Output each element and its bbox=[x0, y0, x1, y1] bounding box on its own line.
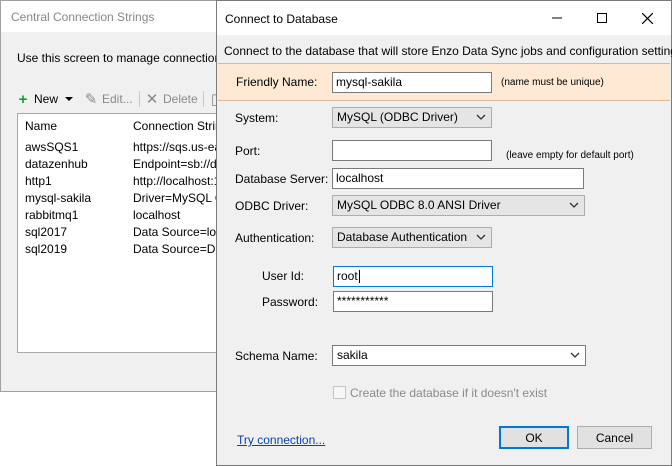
password-value: *********** bbox=[337, 294, 389, 308]
chevron-down-icon bbox=[570, 352, 580, 358]
dialog-title: Connect to Database bbox=[225, 12, 338, 26]
item-connection: https://sqs.us-eas bbox=[133, 140, 228, 154]
item-name: mysql-sakila bbox=[25, 191, 92, 205]
item-name: http1 bbox=[25, 174, 52, 188]
create-database-checkbox[interactable] bbox=[333, 386, 346, 399]
text-caret bbox=[358, 270, 360, 284]
database-server-label: Database Server: bbox=[235, 172, 329, 186]
list-item[interactable]: sql2017 Data Source=loca bbox=[18, 223, 230, 240]
toolbar: + New ✎ Edit... ✕ Delete ▯ bbox=[15, 89, 225, 109]
cancel-label: Cancel bbox=[595, 430, 634, 445]
system-label: System: bbox=[235, 111, 279, 125]
new-label: New bbox=[34, 92, 59, 106]
item-name: awsSQS1 bbox=[25, 140, 79, 154]
column-header-connection-string[interactable]: Connection String bbox=[133, 119, 228, 133]
item-name: datazenhub bbox=[25, 157, 88, 171]
new-button[interactable]: + New bbox=[15, 89, 74, 109]
window-title: Central Connection Strings bbox=[11, 10, 155, 24]
item-name: rabbitmq1 bbox=[25, 208, 79, 222]
list-item[interactable]: http1 http://localhost:1 bbox=[18, 172, 230, 189]
central-connection-strings-window: Central Connection Strings Use this scre… bbox=[0, 0, 240, 392]
ok-label: OK bbox=[525, 430, 543, 445]
maximize-icon bbox=[596, 13, 607, 23]
schema-name-combo[interactable]: sakila bbox=[332, 345, 586, 366]
delete-label: Delete bbox=[163, 92, 198, 106]
odbc-driver-label: ODBC Driver: bbox=[235, 199, 309, 213]
dropdown-arrow-icon[interactable] bbox=[64, 94, 74, 104]
port-hint: (leave empty for default port) bbox=[506, 150, 634, 161]
item-name: sql2017 bbox=[25, 225, 68, 239]
port-label: Port: bbox=[235, 144, 261, 158]
column-header-name[interactable]: Name bbox=[25, 119, 57, 133]
system-select[interactable]: MySQL (ODBC Driver) bbox=[332, 107, 492, 128]
authentication-label: Authentication: bbox=[235, 231, 315, 245]
password-label: Password: bbox=[262, 295, 319, 309]
toolbar-separator bbox=[139, 91, 140, 107]
delete-x-icon: ✕ bbox=[145, 91, 159, 108]
authentication-value: Database Authentication bbox=[337, 230, 468, 244]
edit-label: Edit... bbox=[102, 92, 133, 106]
item-connection: localhost bbox=[133, 208, 181, 222]
dialog-intro-text: Connect to the database that will store … bbox=[224, 44, 672, 58]
try-connection-link[interactable]: Try connection... bbox=[237, 433, 325, 447]
odbc-driver-value: MySQL ODBC 8.0 ANSI Driver bbox=[337, 198, 501, 212]
chevron-down-icon bbox=[476, 234, 486, 240]
chevron-down-icon bbox=[476, 114, 486, 120]
ok-button[interactable]: OK bbox=[499, 426, 569, 449]
item-name: sql2019 bbox=[25, 242, 68, 256]
create-database-label: Create the database if it doesn't exist bbox=[350, 386, 548, 400]
toolbar-separator bbox=[203, 91, 204, 107]
list-item[interactable]: mysql-sakila Driver=MySQL OD bbox=[18, 189, 230, 206]
delete-button[interactable]: ✕ Delete bbox=[144, 89, 198, 109]
item-connection: Data Source=loca bbox=[133, 225, 229, 239]
database-server-value: localhost bbox=[336, 171, 384, 185]
minimize-button[interactable] bbox=[534, 1, 579, 35]
password-field[interactable]: *********** bbox=[333, 291, 493, 312]
schema-name-value: sakila bbox=[337, 348, 368, 362]
pencil-icon: ✎ bbox=[84, 91, 98, 108]
friendly-name-value: mysql-sakila bbox=[336, 75, 403, 89]
odbc-driver-select[interactable]: MySQL ODBC 8.0 ANSI Driver bbox=[332, 195, 585, 216]
dialog-titlebar: Connect to Database bbox=[217, 1, 671, 35]
edit-button[interactable]: ✎ Edit... bbox=[83, 89, 133, 109]
cancel-button[interactable]: Cancel bbox=[577, 426, 652, 449]
system-value: MySQL (ODBC Driver) bbox=[337, 110, 458, 124]
item-connection: Endpoint=sb://da bbox=[133, 157, 224, 171]
list-item[interactable]: sql2019 Data Source=DEV bbox=[18, 240, 230, 257]
close-button[interactable] bbox=[625, 1, 670, 35]
friendly-name-field[interactable]: mysql-sakila bbox=[332, 72, 492, 93]
port-field[interactable] bbox=[332, 140, 492, 161]
friendly-name-label: Friendly Name: bbox=[236, 75, 318, 89]
connect-to-database-dialog: Connect to Database Connect to the datab… bbox=[216, 0, 672, 466]
user-id-label: User Id: bbox=[262, 269, 305, 283]
list-item[interactable]: awsSQS1 https://sqs.us-eas bbox=[18, 138, 230, 155]
close-icon bbox=[642, 12, 653, 24]
friendly-name-hint: (name must be unique) bbox=[501, 77, 604, 88]
plus-icon: + bbox=[18, 90, 28, 108]
list-header: Name Connection String bbox=[18, 114, 230, 136]
schema-name-label: Schema Name: bbox=[235, 349, 318, 363]
screen-description: Use this screen to manage connection str… bbox=[17, 51, 241, 65]
user-id-value: root bbox=[337, 269, 358, 283]
item-connection: http://localhost:1 bbox=[133, 174, 221, 188]
minimize-icon bbox=[551, 17, 562, 19]
maximize-button[interactable] bbox=[579, 1, 624, 35]
database-server-field[interactable]: localhost bbox=[332, 168, 584, 189]
chevron-down-icon bbox=[569, 202, 579, 208]
connection-list[interactable]: Name Connection String awsSQS1 https://s… bbox=[17, 113, 231, 353]
list-item[interactable]: rabbitmq1 localhost bbox=[18, 206, 230, 223]
window-titlebar: Central Connection Strings bbox=[1, 1, 229, 32]
user-id-field[interactable]: root bbox=[333, 266, 493, 287]
list-item[interactable]: datazenhub Endpoint=sb://da bbox=[18, 155, 230, 172]
authentication-select[interactable]: Database Authentication bbox=[332, 227, 492, 248]
